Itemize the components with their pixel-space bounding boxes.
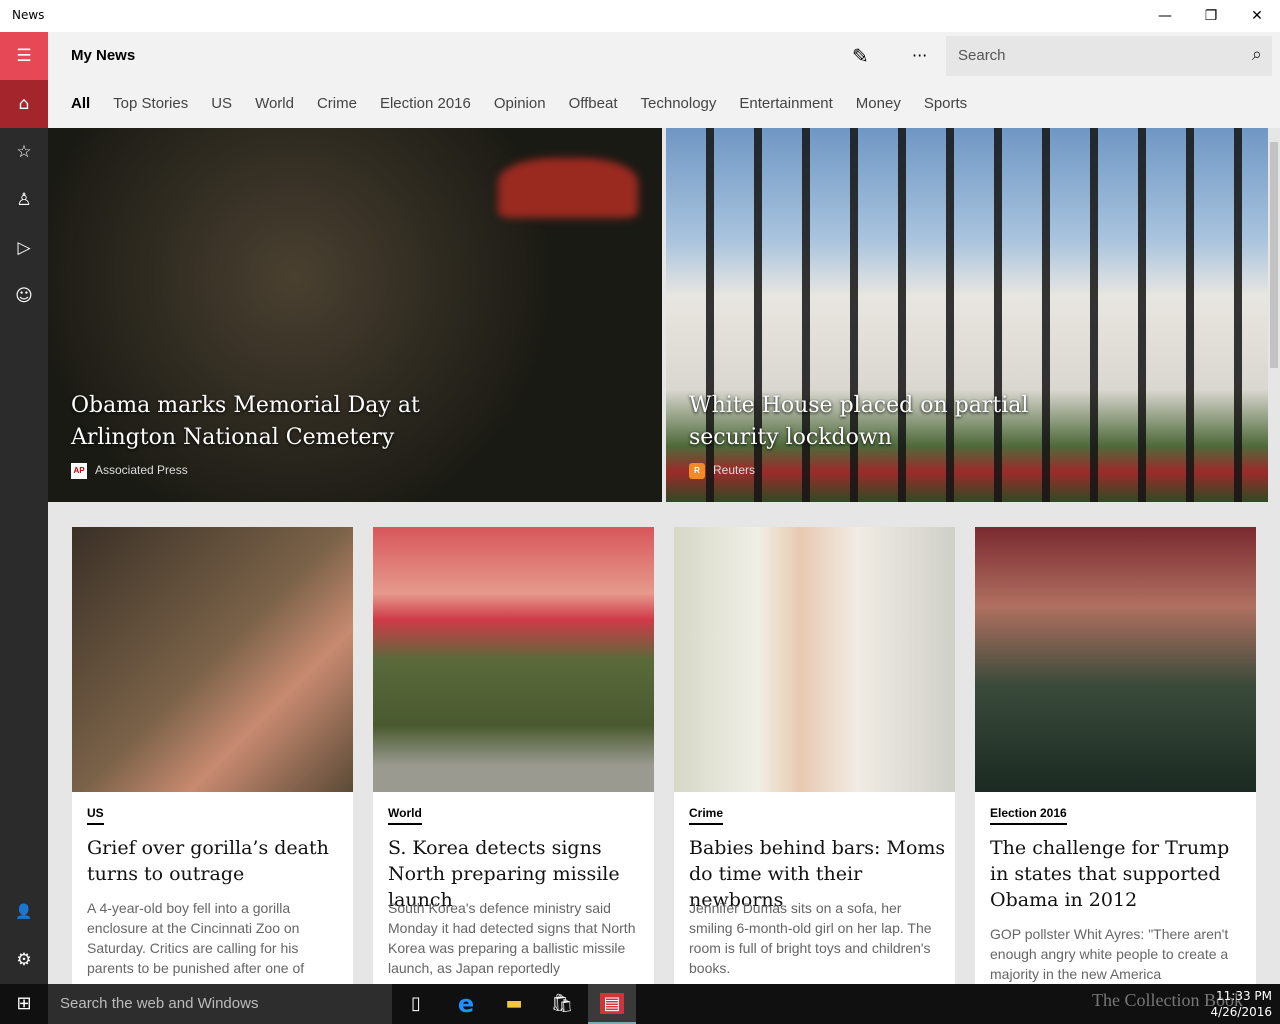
settings-icon[interactable]: ⚙ (0, 936, 48, 984)
scrollbar-thumb[interactable] (1270, 142, 1278, 368)
local-icon[interactable]: ♙ (0, 176, 48, 224)
search-placeholder: Search (958, 47, 1006, 64)
source-name: Reuters (713, 463, 756, 478)
video-icon[interactable]: ▷ (0, 224, 48, 272)
date: 4/26/2016 (1210, 1005, 1272, 1019)
store-icon[interactable]: 🛍 (538, 984, 586, 1024)
card-summary: GOP pollster Whit Ayres: "There aren't e… (990, 926, 1229, 982)
news-app-icon[interactable]: ▤ (588, 984, 636, 1024)
category-tabs: All Top Stories US World Crime Election 2016 O… (71, 95, 990, 112)
card-summary: South Korea's defence ministry said Mond… (388, 900, 636, 976)
tab-us[interactable]: US (211, 95, 232, 112)
taskbar: ⊞ Search the web and Windows ▯ e ▬ 🛍 ▤ T… (0, 984, 1280, 1024)
search-input[interactable]: Search ⌕ (946, 36, 1272, 76)
task-view-icon[interactable]: ▯ (392, 984, 440, 1024)
news-card[interactable]: Crime Babies behind bars: Moms do time w… (674, 527, 955, 984)
header: My News ✎ ··· Search ⌕ All Top Stories US W… (48, 32, 1280, 128)
tab-sports[interactable]: Sports (924, 95, 967, 112)
scrollbar[interactable] (1268, 128, 1280, 984)
clock[interactable]: 11:33 PM 4/26/2016 (1210, 988, 1272, 1020)
hero-headline: White House placed on partial security l… (689, 393, 1029, 450)
edge-icon[interactable]: e (442, 984, 490, 1024)
hero-story-2[interactable]: White House placed on partial security l… (666, 128, 1268, 502)
favorites-icon[interactable]: ☆ (0, 128, 48, 176)
time: 11:33 PM (1216, 989, 1272, 1003)
search-icon[interactable]: ⌕ (1252, 44, 1262, 65)
reuters-logo-icon: R (689, 463, 705, 479)
card-image (373, 527, 654, 792)
restore-button[interactable]: ❐ (1188, 0, 1234, 32)
tab-technology[interactable]: Technology (641, 95, 717, 112)
tab-offbeat[interactable]: Offbeat (569, 95, 618, 112)
card-image (674, 527, 955, 792)
card-summary: Jennifer Dumas sits on a sofa, her smili… (689, 900, 932, 976)
card-category[interactable]: Crime (689, 806, 724, 825)
minimize-button[interactable]: — (1142, 0, 1188, 32)
card-category[interactable]: Election 2016 (990, 806, 1067, 825)
account-icon[interactable]: 👤 (0, 888, 48, 936)
file-explorer-icon[interactable]: ▬ (490, 984, 538, 1024)
hero-story-1[interactable]: Obama marks Memorial Day at Arlington Na… (48, 128, 662, 502)
sidebar: ☰ ⌂ ☆ ♙ ▷ ☺ 👤 ⚙ (0, 32, 48, 984)
start-icon[interactable]: ⊞ (0, 984, 48, 1024)
hero-source: R Reuters (689, 463, 755, 479)
hero-source: AP Associated Press (71, 463, 188, 479)
card-headline: The challenge for Trump in states that s… (990, 837, 1230, 911)
window-title: News (12, 8, 45, 22)
tab-all[interactable]: All (71, 95, 90, 112)
tab-entertainment[interactable]: Entertainment (739, 95, 832, 112)
tab-money[interactable]: Money (856, 95, 901, 112)
ap-logo-icon: AP (71, 463, 87, 479)
taskbar-search[interactable]: Search the web and Windows (48, 984, 392, 1024)
source-name: Associated Press (95, 463, 188, 478)
news-card[interactable]: US Grief over gorilla’s death turns to o… (72, 527, 353, 984)
hamburger-menu-icon[interactable]: ☰ (0, 32, 48, 80)
card-category[interactable]: World (388, 806, 422, 825)
feedback-icon[interactable]: ☺ (0, 272, 48, 320)
news-card[interactable]: World S. Korea detects signs North prepa… (373, 527, 654, 984)
close-button[interactable]: ✕ (1234, 0, 1280, 32)
card-headline: Grief over gorilla’s death turns to outr… (87, 837, 329, 885)
card-category[interactable]: US (87, 806, 104, 825)
tab-opinion[interactable]: Opinion (494, 95, 546, 112)
edit-icon[interactable]: ✎ (852, 44, 869, 68)
card-image (72, 527, 353, 792)
home-icon[interactable]: ⌂ (0, 80, 48, 128)
tab-top-stories[interactable]: Top Stories (113, 95, 188, 112)
title-bar: News — ❐ ✕ (0, 0, 1280, 32)
page-title: My News (71, 47, 136, 64)
tab-world[interactable]: World (255, 95, 294, 112)
tab-election-2016[interactable]: Election 2016 (380, 95, 471, 112)
news-glyph: ▤ (600, 993, 624, 1014)
news-card[interactable]: Election 2016 The challenge for Trump in… (975, 527, 1256, 984)
tab-crime[interactable]: Crime (317, 95, 357, 112)
hero-image-detail (498, 158, 638, 218)
card-summary: A 4-year-old boy fell into a gorilla enc… (87, 900, 305, 976)
card-image (975, 527, 1256, 792)
more-icon[interactable]: ··· (912, 46, 927, 65)
hero-headline: Obama marks Memorial Day at Arlington Na… (71, 393, 420, 450)
